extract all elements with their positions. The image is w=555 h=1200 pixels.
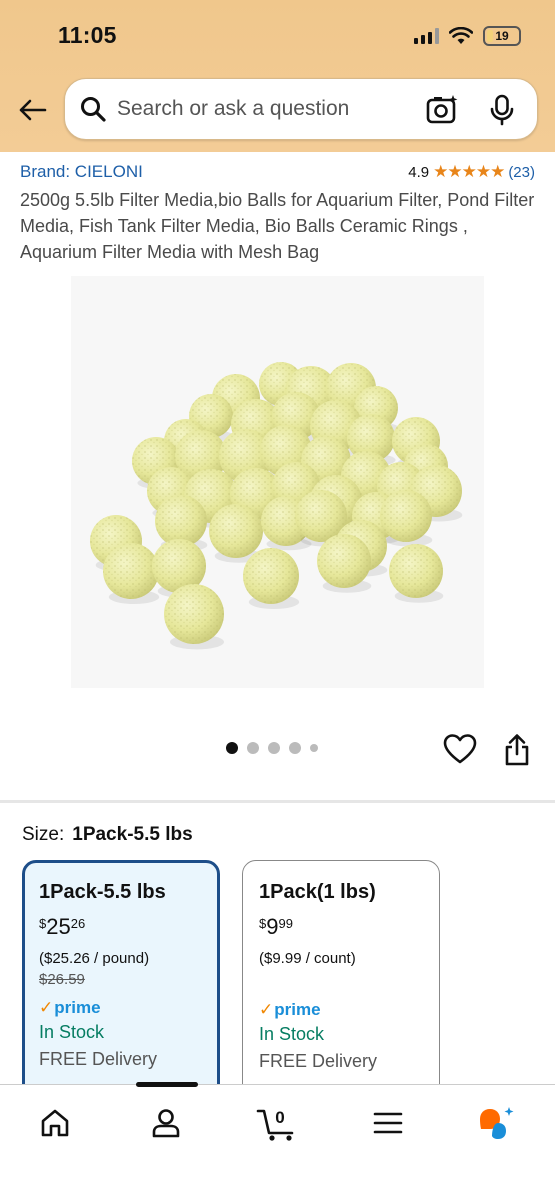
bottom-navigation: 0: [0, 1082, 555, 1200]
stock-status: In Stock: [39, 1022, 105, 1042]
size-label: Size: 1Pack-5.5 lbs: [22, 824, 193, 846]
carousel-dot[interactable]: [310, 744, 318, 752]
price-cents: 26: [70, 916, 86, 931]
status-time: 11:05: [58, 22, 117, 48]
size-option-card[interactable]: 1Pack-5.5 lbs $25 26 ($25.26 / pound) $26…: [22, 860, 220, 1100]
size-option-price: $25 26: [39, 914, 217, 940]
rating-summary[interactable]: 4.9 ★★★★★ (23): [408, 162, 535, 182]
account-icon[interactable]: [146, 1103, 186, 1143]
cart-count: 0: [275, 1108, 284, 1127]
prime-badge: ✓ prime: [259, 1000, 439, 1020]
list-price: [259, 971, 439, 990]
camera-search-icon[interactable]: [425, 93, 459, 127]
wifi-icon: [449, 27, 473, 44]
home-icon[interactable]: [35, 1103, 75, 1143]
rating-count[interactable]: (23): [508, 164, 535, 181]
search-input[interactable]: [117, 97, 407, 121]
delivery-info: FREE Delivery: [39, 1049, 158, 1069]
app-header: 11:05 19: [0, 0, 555, 152]
prime-badge: ✓ prime: [39, 998, 217, 1018]
price-symbol: $: [259, 916, 267, 931]
image-carousel-dots[interactable]: [226, 742, 318, 754]
menu-icon[interactable]: [368, 1103, 408, 1143]
carousel-dot[interactable]: [247, 742, 259, 754]
battery-icon: 19: [483, 26, 521, 46]
size-option-name: 1Pack(1 lbs): [259, 881, 376, 903]
cart-icon[interactable]: 0: [256, 1103, 300, 1143]
bio-ball-texture: [164, 584, 224, 644]
bio-ball-texture: [209, 504, 263, 558]
section-divider: [0, 800, 555, 803]
carousel-dot[interactable]: [289, 742, 301, 754]
rating-value: 4.9: [408, 163, 430, 181]
price-whole: 9: [266, 914, 279, 939]
wishlist-heart-icon[interactable]: [443, 733, 477, 767]
unit-price: ($9.99 / count): [259, 950, 356, 967]
battery-level: 19: [495, 29, 509, 43]
product-title: 2500g 5.5lb Filter Media,bio Balls for A…: [20, 190, 535, 262]
bio-ball-texture: [243, 548, 299, 604]
active-tab-indicator: [136, 1082, 198, 1087]
status-indicators: 19: [414, 26, 521, 46]
price-cents: 99: [278, 916, 293, 931]
size-option-price: $9 99: [259, 914, 439, 940]
prime-check-icon: ✓: [259, 1000, 274, 1019]
selected-size: 1Pack-5.5 lbs: [72, 824, 193, 845]
microphone-icon[interactable]: [485, 93, 519, 127]
prime-text: prime: [54, 998, 101, 1017]
price-whole: 25: [46, 914, 71, 939]
share-icon[interactable]: [503, 733, 533, 767]
prime-check-icon: ✓: [39, 998, 54, 1017]
stock-status: In Stock: [259, 1024, 325, 1044]
carousel-dot[interactable]: [226, 742, 238, 754]
carousel-dot[interactable]: [268, 742, 280, 754]
unit-price: ($25.26 / pound): [39, 950, 150, 967]
prime-text: prime: [274, 1000, 321, 1019]
list-price: $26.59: [39, 971, 85, 988]
cellular-signal-icon: [414, 28, 439, 44]
bio-ball-texture: [103, 543, 159, 599]
bio-ball-texture: [389, 544, 443, 598]
search-bar[interactable]: [64, 78, 538, 140]
brand-link[interactable]: Brand: CIELONI: [20, 162, 143, 182]
bio-ball-texture: [317, 534, 371, 588]
star-rating-icon: ★★★★★: [433, 162, 505, 181]
back-arrow-icon[interactable]: [14, 92, 50, 128]
size-option-card[interactable]: 1Pack(1 lbs) $9 99 ($9.99 / count) ✓ prime…: [242, 860, 440, 1100]
delivery-info: FREE Delivery: [259, 1051, 378, 1071]
size-label-text: Size:: [22, 824, 65, 845]
price-symbol: $: [39, 916, 47, 931]
bio-ball-texture: [380, 490, 432, 542]
rufus-assistant-icon[interactable]: [476, 1103, 516, 1143]
size-option-name: 1Pack-5.5 lbs: [39, 881, 166, 903]
search-icon: [79, 95, 107, 123]
product-image[interactable]: [71, 276, 484, 688]
